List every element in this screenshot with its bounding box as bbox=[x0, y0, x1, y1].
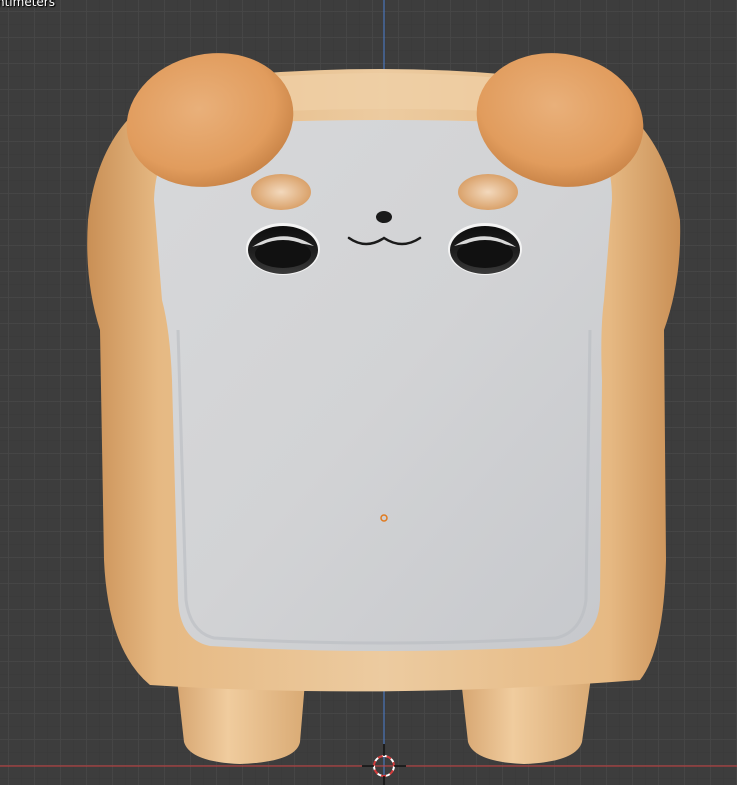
3d-viewport[interactable]: ntimeters bbox=[0, 0, 737, 785]
left-brow bbox=[251, 174, 311, 210]
viewport-canvas[interactable] bbox=[0, 0, 737, 785]
bread-character-model[interactable] bbox=[87, 38, 681, 764]
right-eye bbox=[448, 223, 522, 275]
nose bbox=[376, 211, 392, 223]
bread-crumb-face bbox=[154, 120, 612, 651]
right-brow bbox=[458, 174, 518, 210]
grid-unit-label: ntimeters bbox=[0, 0, 55, 9]
left-eye bbox=[246, 223, 320, 275]
